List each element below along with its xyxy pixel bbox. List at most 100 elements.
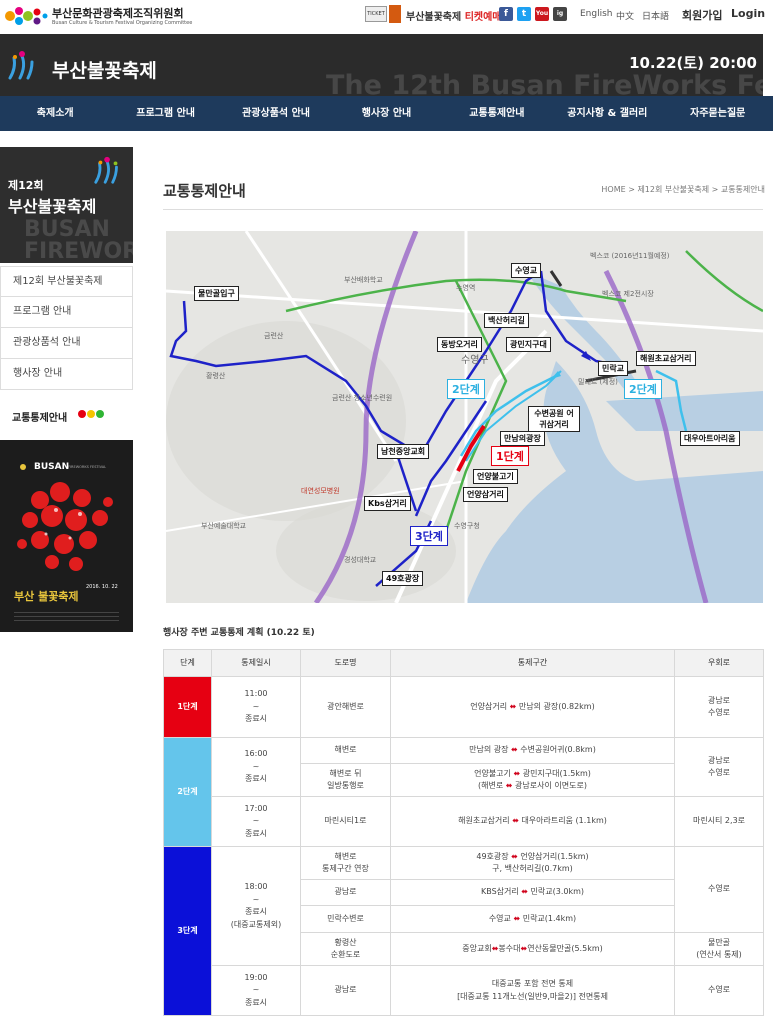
map-label-mannam: 만남의광장: [500, 431, 545, 446]
org-logo-icon[interactable]: [4, 4, 48, 28]
title-divider: [163, 209, 763, 210]
sidebar-en-title: BUSAN FIREWORK: [24, 217, 133, 263]
map-stage2-label: 2단계: [624, 379, 662, 399]
map-place: 부산예술대학교: [201, 522, 247, 530]
table-row: 17:00 ~ 종료시 마린시티1로 해원초교삼거리 ⬌ 대우아라트리움 (1.1k…: [164, 796, 764, 847]
stage2-cell: 2단계: [163, 737, 212, 847]
sidebar-item-venue[interactable]: 행사장 안내: [0, 359, 133, 390]
header-title[interactable]: 부산불꽃축제: [52, 56, 157, 83]
stage1-cell: 1단계: [163, 676, 212, 738]
section-cell: 만남의 광장 ⬌ 수변공원어귀(0.8km): [390, 737, 675, 764]
nav-notice-gallery[interactable]: 공지사항 & 갤러리: [552, 96, 662, 131]
time-cell: 11:00 ~ 종료시: [211, 676, 301, 738]
ticket-link[interactable]: 부산불꽃축제 티켓예매: [406, 8, 502, 23]
map-label-daewoo: 대우아트아리움: [680, 431, 740, 446]
nav-venue[interactable]: 행사장 안내: [331, 96, 441, 131]
traffic-light-red-icon: [78, 410, 86, 418]
sidebar-title: 부산불꽃축제: [8, 197, 97, 216]
map-place: 대연성모병원: [301, 487, 340, 495]
map-label-subyeon: 수변공원 어귀삼거리: [528, 406, 580, 432]
map-stage2-label: 2단계: [447, 379, 485, 399]
nav-program[interactable]: 프로그램 안내: [110, 96, 220, 131]
traffic-light-green-icon: [96, 410, 104, 418]
map-label-gwangmin: 광민지구대: [506, 337, 551, 352]
map-label-minrakgyo: 민락교: [598, 361, 629, 376]
festival-date: 10.22(토) 20:00: [629, 54, 757, 72]
festival-logo-icon: [94, 156, 118, 184]
map-label-eonyang-bulgogi: 언양불고기: [473, 469, 518, 484]
table-row: 3단계 18:00 ~ 종료시 (대중교통제외) 해변로 통제구간 연장 49호광장 ⬌…: [163, 846, 764, 1016]
map-place: 부산배화학교: [344, 276, 383, 284]
road-cell: 해변로: [300, 737, 391, 764]
road-cell: 해변로 통제구간 연장: [300, 846, 391, 880]
map-stage1-label: 1단계: [491, 446, 529, 466]
map-place: 금련산 청소년수련원: [332, 394, 393, 402]
sidebar-item-festival[interactable]: 제12회 부산불꽃축제: [0, 266, 133, 297]
road-cell: 마린시티1로: [300, 796, 391, 847]
nav-faq[interactable]: 자주묻는질문: [663, 96, 773, 131]
table-row: 19:00 ~ 종료시 광남로 대중교통 포함 전면 통제 [대중교통 11개노선(일…: [164, 965, 764, 1016]
time-cell: 19:00 ~ 종료시: [211, 965, 301, 1016]
nav-festival-intro[interactable]: 축제소개: [0, 96, 110, 131]
detour-cell: 수영로: [674, 846, 764, 933]
map-place: 수영구: [461, 355, 489, 366]
instagram-icon[interactable]: ig: [553, 7, 567, 21]
map-label-namcheon: 남천중앙교회: [377, 444, 430, 459]
map-place: 수영역: [456, 284, 476, 292]
map-place: 황령산: [206, 372, 226, 380]
poster-brand: BUSAN: [34, 462, 69, 472]
table-caption: 행사장 주변 교통통제 계획 (10.22 토): [163, 628, 315, 638]
section-cell: 언양불고기 ⬌ 광민지구대(1.5km) (해변로 ⬌ 광남로사이 이면도로): [390, 763, 675, 797]
poster-title: 부산 불꽃축제: [14, 589, 79, 603]
breadcrumb[interactable]: HOME > 제12회 부산불꽃축제 > 교통통제안내: [601, 184, 765, 195]
page-title: 교통통제안내: [163, 182, 246, 200]
signup-link[interactable]: 회원가입: [682, 7, 722, 23]
org-name[interactable]: 부산문화관광축제조직위원회: [52, 5, 184, 21]
sidebar-edition: 제12회: [8, 179, 44, 192]
lang-english[interactable]: English: [580, 9, 613, 19]
detour-cell: 물만골 (연산서 통제): [674, 932, 764, 966]
map-label-49: 49호광장: [382, 571, 424, 586]
map-label-haewon: 해원초교삼거리: [636, 351, 696, 366]
lang-japanese[interactable]: 日本語: [642, 9, 669, 22]
twitter-icon[interactable]: t: [517, 7, 531, 21]
sidebar-item-program[interactable]: 프로그램 안내: [0, 297, 133, 328]
section-cell: 중앙교회⬌봉수대⬌연산동물만골(5.5km): [390, 932, 675, 966]
sidebar-item-tour-seats[interactable]: 관광상품석 안내: [0, 328, 133, 359]
table-row: 1단계 11:00 ~ 종료시 광안해변로 언양삼거리 ⬌ 만남의 광장(0.82k…: [163, 676, 764, 738]
main-nav: 축제소개 프로그램 안내 관광상품석 안내 행사장 안내 교통통제안내 공지사항…: [0, 96, 773, 131]
map-place: 경성대학교: [344, 556, 377, 564]
festival-logo-icon[interactable]: [6, 48, 40, 82]
time-cell: 18:00 ~ 종료시 (대중교통제외): [211, 846, 301, 966]
nav-tour-seats[interactable]: 관광상품석 안내: [221, 96, 331, 131]
detour-cell: 광남로 수영로: [674, 737, 764, 797]
lang-chinese[interactable]: 中文: [616, 9, 634, 22]
sidebar-menu: 제12회 부산불꽃축제 프로그램 안내 관광상품석 안내 행사장 안내: [0, 266, 133, 390]
ticket-badge-icon[interactable]: [389, 5, 401, 23]
road-cell: 광남로: [300, 879, 391, 906]
map-label-mulmangol: 물만골입구: [194, 286, 239, 301]
sidebar-item-traffic[interactable]: 교통통제안내: [12, 409, 67, 424]
map-place: 벡스코 (2016년11월예정): [590, 252, 670, 260]
road-cell: 민락수변로: [300, 905, 391, 933]
detour-cell: 광남로 수영로: [674, 676, 764, 738]
nav-traffic[interactable]: 교통통제안내: [442, 96, 552, 131]
map-place: 금련산: [264, 332, 284, 340]
time-cell: 17:00 ~ 종료시: [211, 796, 301, 847]
youtube-icon[interactable]: You: [535, 7, 549, 21]
section-cell: 49호광장 ⬌ 언양삼거리(1.5km) 구, 백산허리길(0.7km): [390, 846, 675, 880]
ticket-icon[interactable]: TICKET: [365, 6, 387, 22]
facebook-icon[interactable]: f: [499, 7, 513, 21]
detour-cell: 마린시티 2,3로: [674, 796, 764, 847]
detour-cell: 수영로: [674, 965, 764, 1016]
road-cell: 해변로 뒤 일방통행로: [300, 763, 391, 797]
org-subtitle: Busan Culture & Tourism Festival Organiz…: [52, 20, 193, 26]
festival-poster[interactable]: BUSAN FIREWORKS FESTIVAL 2016. 10. 22 부산…: [0, 440, 133, 632]
poster-brand-sub: FIREWORKS FESTIVAL: [68, 465, 106, 469]
map-stage3-label: 3단계: [410, 526, 448, 546]
section-cell: 대중교통 포함 전면 통제 [대중교통 11개노선(일반9,마을2)] 전면통제: [390, 965, 675, 1016]
traffic-control-table: 단계 통제일시 도로명 통제구간 우회로 1단계 11:00 ~ 종료시 광안해변로…: [163, 649, 764, 1016]
login-link[interactable]: Login: [731, 7, 765, 20]
map-place: 밀레트 (제정): [578, 378, 618, 386]
table-header: 통제일시: [211, 649, 301, 677]
